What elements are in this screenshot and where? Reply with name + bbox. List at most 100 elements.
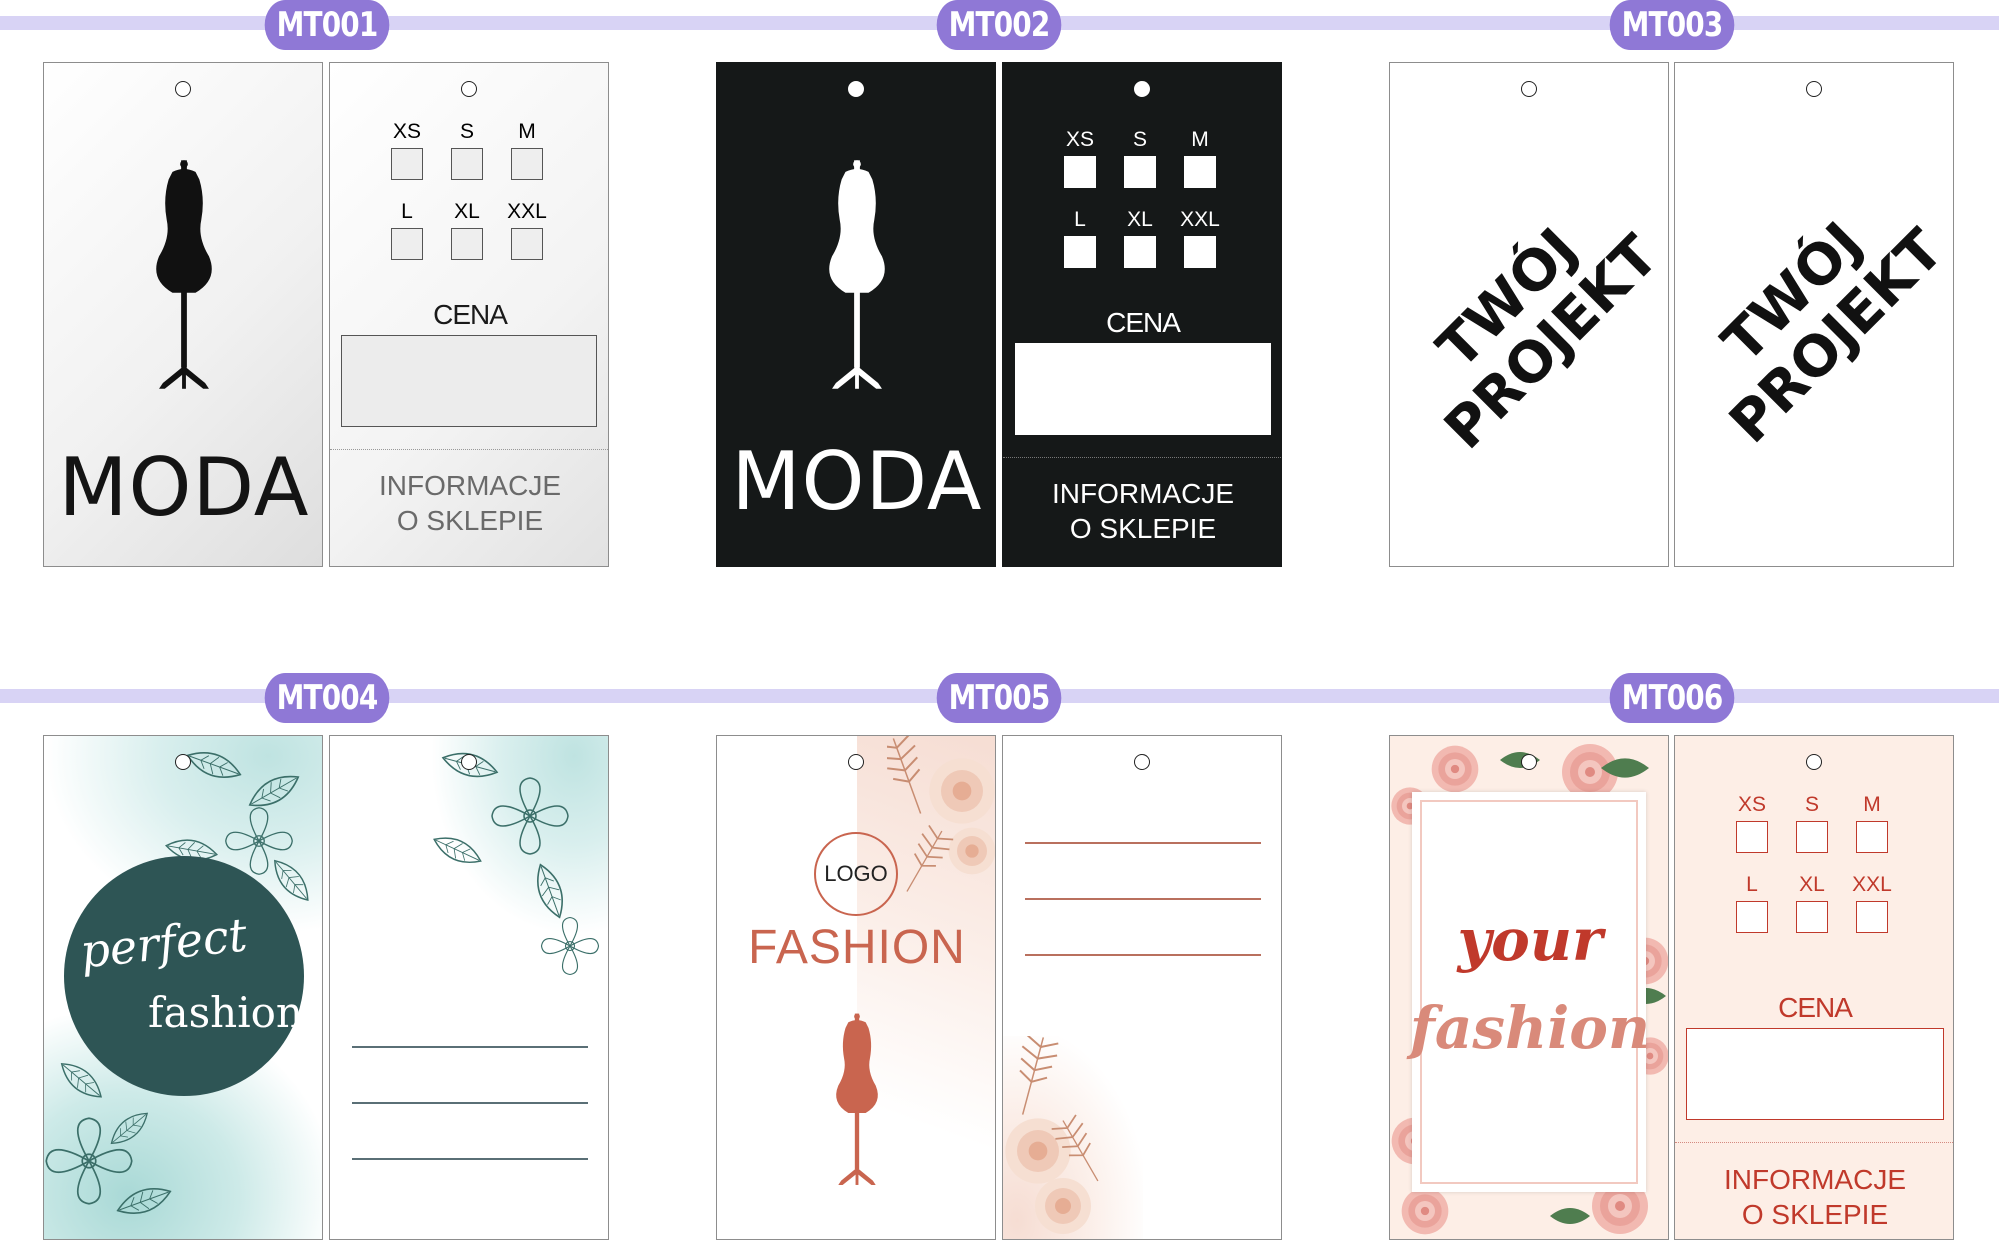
brand-text: MODA [731, 435, 983, 528]
mt001-back: XS S M L XL XXL CENA INFORMACJE O SKLEPI… [329, 62, 609, 567]
info-text-line1: INFORMACJE [1052, 478, 1234, 509]
size-label: XL [454, 200, 480, 223]
mt005-front: LOGO FASHION [716, 735, 996, 1240]
size-checkbox[interactable] [1796, 901, 1828, 933]
frame-inner-border [1420, 800, 1638, 1184]
info-line[interactable] [1025, 954, 1261, 956]
hang-hole [1521, 754, 1537, 770]
mt006-back: XS S M L XL XXL CENA INFORMACJE O SKLEPI… [1674, 735, 1954, 1240]
size-label: XS [392, 120, 421, 143]
mt003-front: TWÓJ PROJEKT [1389, 62, 1669, 567]
title-line2: fashion [148, 988, 303, 1037]
mannequin-icon [821, 980, 893, 1220]
price-field[interactable] [1015, 343, 1271, 435]
info-line[interactable] [352, 1046, 588, 1048]
price-label: CENA [1106, 307, 1181, 338]
divider [1675, 1142, 1953, 1143]
mt005-back [1002, 735, 1282, 1240]
hang-hole [175, 81, 191, 97]
size-checkbox[interactable] [1856, 901, 1888, 933]
mt004-back [329, 735, 609, 1240]
size-label: S [1132, 128, 1147, 151]
mt002-back: XS S M L XL XXL CENA INFORMACJE O SKLEPI… [1002, 62, 1282, 567]
mt003-back: TWÓJ PROJEKT [1674, 62, 1954, 567]
hang-hole [1134, 81, 1150, 97]
info-text-line2: O SKLEPIE [1741, 1199, 1889, 1230]
size-checkbox[interactable] [451, 148, 483, 180]
mt001-front: MODA [43, 62, 323, 567]
size-label: L [1746, 873, 1758, 896]
info-text-line1: INFORMACJE [1724, 1164, 1906, 1195]
size-checkbox[interactable] [1736, 821, 1768, 853]
hang-hole [848, 754, 864, 770]
size-checkbox[interactable] [391, 228, 423, 260]
size-label: XL [1127, 208, 1153, 231]
size-label: XS [1737, 793, 1766, 816]
info-text-line2: O SKLEPIE [1069, 513, 1217, 544]
design-label-mt002: MT002 [936, 0, 1062, 50]
hang-hole [1806, 81, 1822, 97]
price-field[interactable] [1686, 1028, 1944, 1120]
mt002-front: MODA [716, 62, 996, 567]
size-label: M [518, 120, 536, 143]
size-label: XXL [1852, 873, 1892, 896]
info-line[interactable] [352, 1158, 588, 1160]
size-label: S [1804, 793, 1819, 816]
size-checkbox[interactable] [1184, 236, 1216, 268]
size-checkbox[interactable] [1064, 156, 1096, 188]
size-checkbox[interactable] [1856, 821, 1888, 853]
design-label-mt001: MT001 [264, 0, 390, 50]
info-line[interactable] [1025, 898, 1261, 900]
design-label-mt004: MT004 [264, 673, 390, 723]
hang-hole [175, 754, 191, 770]
info-line[interactable] [352, 1102, 588, 1104]
mannequin-icon [136, 143, 232, 408]
mannequin-icon [809, 143, 905, 408]
design-label-mt003: MT003 [1609, 0, 1735, 50]
size-checkbox[interactable] [511, 148, 543, 180]
size-label: M [1191, 128, 1209, 151]
hang-hole [461, 754, 477, 770]
logo-circle: LOGO [814, 832, 898, 916]
floral-decoration-icon [1004, 1036, 1113, 1234]
hang-hole [461, 81, 477, 97]
design-label-mt006: MT006 [1609, 673, 1735, 723]
size-checkbox[interactable] [1736, 901, 1768, 933]
leaf-decoration-icon [430, 746, 600, 976]
info-text-line2: O SKLEPIE [396, 505, 544, 536]
brand-text: FASHION [748, 921, 966, 974]
mt004-front: perfect fashion [43, 735, 323, 1240]
size-label: L [401, 200, 413, 223]
size-label: XXL [1180, 208, 1220, 231]
size-checkbox[interactable] [451, 228, 483, 260]
size-checkbox[interactable] [511, 228, 543, 260]
hang-hole [1134, 754, 1150, 770]
floral-decoration-icon [887, 736, 995, 901]
size-checkbox[interactable] [1796, 821, 1828, 853]
brand-text: MODA [58, 441, 310, 534]
title-line2: fashion [1409, 994, 1651, 1062]
hang-hole [848, 81, 864, 97]
hang-hole [1806, 754, 1822, 770]
size-checkbox[interactable] [391, 148, 423, 180]
size-checkbox[interactable] [1124, 156, 1156, 188]
info-line[interactable] [1025, 842, 1261, 844]
size-label: L [1074, 208, 1086, 231]
price-label: CENA [433, 299, 508, 330]
size-checkbox[interactable] [1064, 236, 1096, 268]
price-field[interactable] [341, 335, 597, 427]
size-label: XL [1799, 873, 1825, 896]
divider [1003, 457, 1281, 458]
size-checkbox[interactable] [1124, 236, 1156, 268]
placeholder-text: TWÓJ PROJEKT [1675, 158, 1953, 472]
placeholder-text: TWÓJ PROJEKT [1390, 164, 1668, 478]
size-label: XS [1065, 128, 1094, 151]
size-label: M [1863, 793, 1881, 816]
size-label: XXL [507, 200, 547, 223]
hang-hole [1521, 81, 1537, 97]
size-checkbox[interactable] [1184, 156, 1216, 188]
title-line1: your [1457, 906, 1603, 974]
info-text-line1: INFORMACJE [379, 470, 561, 501]
price-label: CENA [1778, 992, 1853, 1023]
logo-text: LOGO [824, 861, 888, 886]
